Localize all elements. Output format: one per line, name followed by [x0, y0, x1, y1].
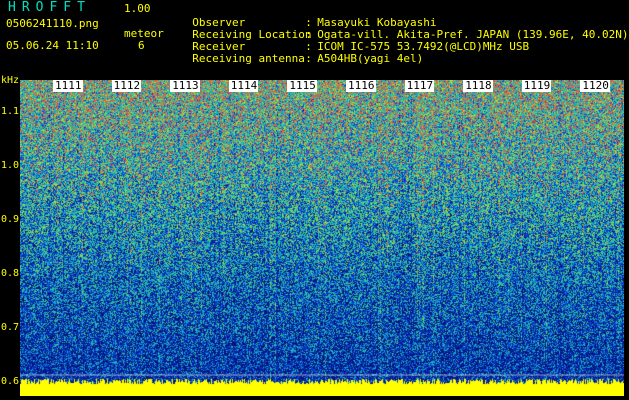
event-count: 6	[138, 39, 145, 52]
info-separator: :	[305, 52, 312, 65]
info-key: Receiving antenna	[192, 52, 305, 65]
minute-label: 1120	[581, 79, 610, 92]
y-tick-label: 1.0	[1, 160, 20, 172]
minute-label: 1113	[171, 79, 200, 92]
file-name: 0506241110.png	[6, 17, 99, 30]
spectrogram	[20, 80, 624, 396]
y-tick-label: 0.8	[1, 268, 20, 280]
spectrogram-canvas	[20, 80, 624, 396]
y-tick-label: 0.9	[1, 214, 20, 226]
app-name: HROFFT	[8, 0, 91, 15]
axis-unit-label: kHz	[1, 75, 20, 86]
y-tick-label: 0.6	[1, 376, 20, 388]
minute-marker-bar: 1111 1112 1113 1114 1115 1116 1117 1118 1119 1120	[20, 80, 624, 92]
minute-label: 1118	[464, 79, 493, 92]
info-row-antenna: Receiving antenna: A504HB(yagi 4el)	[179, 41, 423, 65]
minute-label: 1119	[522, 79, 552, 92]
minute-label: 1115	[288, 79, 317, 92]
minute-label: 1117	[405, 79, 435, 92]
info-value: A504HB(yagi 4el)	[317, 52, 424, 65]
app-version: 1.00	[124, 2, 151, 15]
y-tick-label: 0.7	[1, 322, 20, 334]
minute-label: 1116	[347, 79, 376, 92]
minute-label: 1112	[112, 79, 142, 92]
minute-label: 1114	[229, 79, 259, 92]
minute-label: 1111	[54, 79, 83, 92]
y-tick-label: 1.1	[1, 106, 20, 118]
datetime: 05.06.24 11:10	[6, 39, 99, 52]
